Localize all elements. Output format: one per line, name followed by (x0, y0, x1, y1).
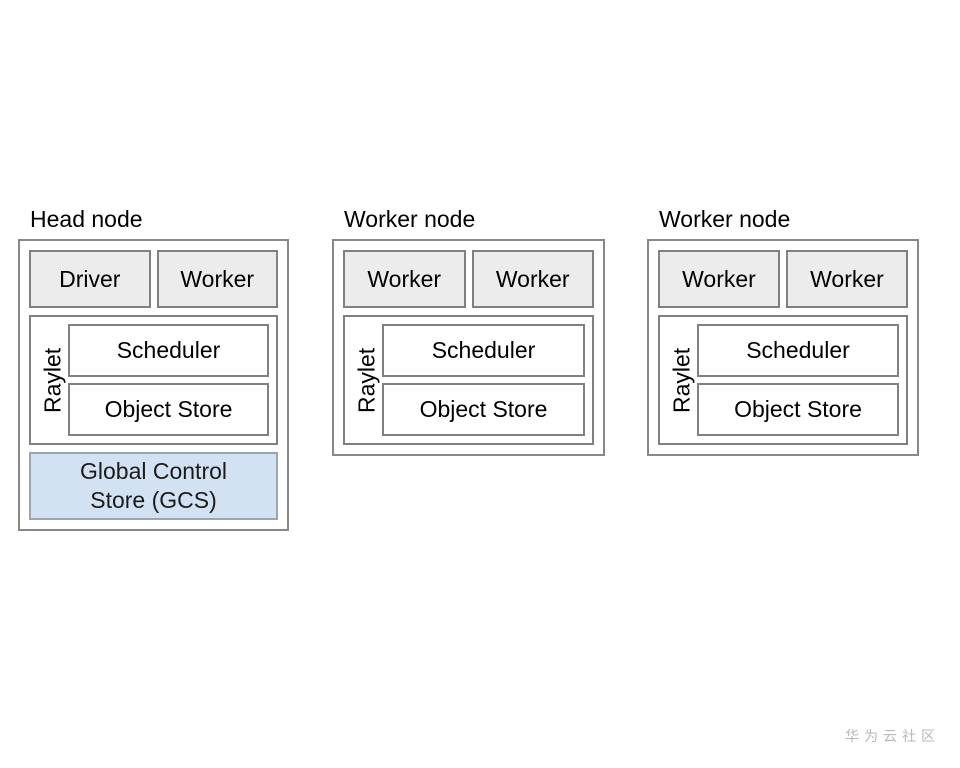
raylet-components: Scheduler Object Store (382, 324, 585, 436)
gcs-label: Global Control Store (GCS) (80, 457, 227, 515)
object-store-box[interactable]: Object Store (697, 383, 899, 436)
process-row: Driver Worker (29, 250, 278, 308)
gcs-label-line2: Store (GCS) (90, 487, 217, 513)
diagram-canvas: Head node Driver Worker Raylet Scheduler… (0, 0, 960, 768)
process-box-worker-1[interactable]: Worker (343, 250, 466, 308)
process-row: Worker Worker (658, 250, 908, 308)
node-box: Worker Worker Raylet Scheduler Object St… (332, 239, 605, 456)
scheduler-box[interactable]: Scheduler (68, 324, 269, 377)
node-worker-node-2: Worker node Worker Worker Raylet Schedul… (647, 205, 919, 456)
process-box-worker-2[interactable]: Worker (786, 250, 908, 308)
node-title: Head node (30, 206, 143, 232)
raylet-label: Raylet (668, 347, 695, 413)
object-store-box[interactable]: Object Store (382, 383, 585, 436)
raylet-container: Raylet Scheduler Object Store (343, 315, 594, 445)
raylet-components: Scheduler Object Store (68, 324, 269, 436)
node-box: Worker Worker Raylet Scheduler Object St… (647, 239, 919, 456)
node-title: Worker node (659, 206, 791, 232)
scheduler-box[interactable]: Scheduler (697, 324, 899, 377)
process-box-worker[interactable]: Worker (156, 250, 278, 308)
node-title: Worker node (344, 206, 476, 232)
watermark-text: 华为云社区 (845, 729, 940, 745)
object-store-box[interactable]: Object Store (68, 383, 269, 436)
raylet-label: Raylet (353, 347, 380, 413)
process-box-worker-2[interactable]: Worker (471, 250, 594, 308)
scheduler-box[interactable]: Scheduler (382, 324, 585, 377)
node-box: Driver Worker Raylet Scheduler Object St… (18, 239, 289, 531)
process-box-worker-1[interactable]: Worker (658, 250, 780, 308)
gcs-label-line1: Global Control (79, 458, 228, 484)
process-row: Worker Worker (343, 250, 594, 308)
node-head-node: Head node Driver Worker Raylet Scheduler… (18, 205, 289, 531)
global-control-store-box[interactable]: Global Control Store (GCS) (29, 452, 278, 520)
process-box-driver[interactable]: Driver (29, 250, 151, 308)
raylet-container: Raylet Scheduler Object Store (658, 315, 908, 445)
raylet-container: Raylet Scheduler Object Store (29, 315, 278, 445)
node-worker-node-1: Worker node Worker Worker Raylet Schedul… (332, 205, 605, 456)
raylet-components: Scheduler Object Store (697, 324, 899, 436)
raylet-label: Raylet (39, 347, 66, 413)
